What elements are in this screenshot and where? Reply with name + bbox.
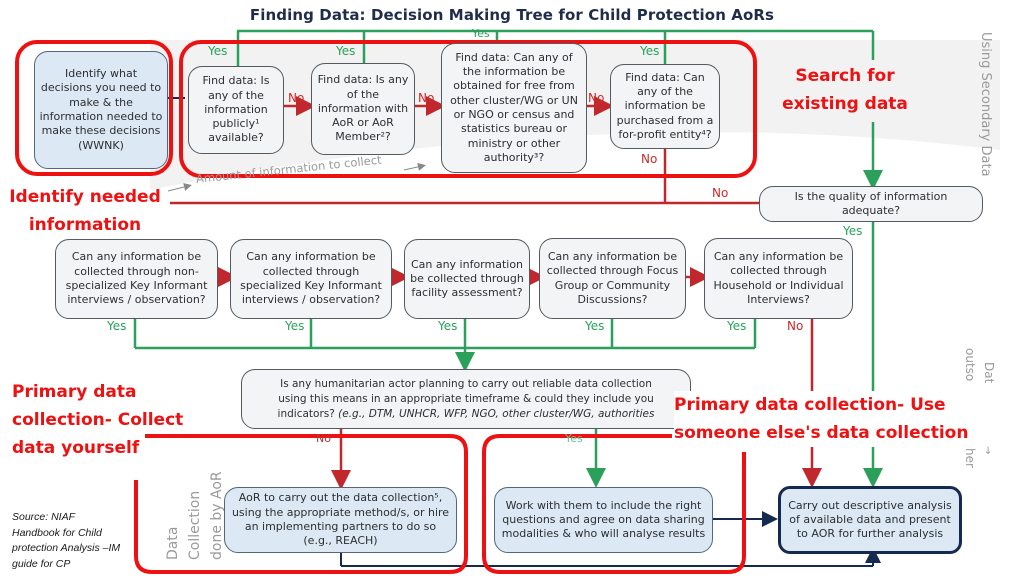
yes-label-aor: Yes xyxy=(336,44,356,58)
yes-label-public: Yes xyxy=(208,44,228,58)
annotation-identify: Identify needed information xyxy=(9,187,161,235)
node-purchase[interactable]: Find data: Can any of the information be… xyxy=(610,64,720,149)
yes-label-household: Yes xyxy=(727,319,747,333)
yes-label-kii-spec: Yes xyxy=(285,319,305,333)
node-wwnk-text: Identify what decisions you need to make… xyxy=(39,67,163,152)
no-label-public: No xyxy=(288,91,305,105)
side-label-outsourced-top: Dat xyxy=(982,362,996,384)
node-fgd-text: Can any information be collected through… xyxy=(546,249,679,306)
node-household[interactable]: Can any information be collected through… xyxy=(704,238,853,319)
side-label-secondary: Using Secondary Data xyxy=(978,32,993,177)
no-label-humanitarian: No xyxy=(316,432,331,445)
node-humanitarian[interactable]: Is any humanitarian actor planning to ca… xyxy=(241,369,691,429)
side-label-outsourced-low: her xyxy=(963,448,977,468)
node-quality-text: Is the quality of information adequate? xyxy=(794,189,948,217)
node-facility[interactable]: Can any information be collected through… xyxy=(404,239,530,319)
node-public[interactable]: Find data: Is any of the information pub… xyxy=(188,66,284,154)
annotation-search: Search for existing data xyxy=(782,66,908,114)
node-facility-text: Can any information be collected through… xyxy=(410,257,524,300)
node-quality[interactable]: Is the quality of information adequate? xyxy=(759,186,983,222)
node-aor-collect-text: AoR to carry out the data collection⁵, u… xyxy=(231,491,450,548)
node-wwnk[interactable]: Identify what decisions you need to make… xyxy=(34,51,168,169)
yes-label-kii-nonspec: Yes xyxy=(107,319,127,333)
node-kii-spec-text: Can any information be collected through… xyxy=(240,250,382,307)
node-free[interactable]: Find data: Can any of the information be… xyxy=(441,43,587,173)
node-kii-nonspec[interactable]: Can any information be collected through… xyxy=(55,239,218,319)
yes-label-humanitarian: Yes xyxy=(565,432,583,445)
annotation-primary-self: Primary data collection- Collect data yo… xyxy=(12,382,184,458)
side-label-outsourced-sub: → xyxy=(982,446,993,455)
annotation-primary-other: Primary data collection- Use someone els… xyxy=(674,391,979,447)
no-label-free: No xyxy=(588,91,605,105)
yes-label-purchase: Yes xyxy=(640,44,660,58)
no-label-aor: No xyxy=(418,91,435,105)
node-public-text: Find data: Is any of the information pub… xyxy=(202,74,270,145)
side-label-outsourced-mid: outso xyxy=(963,348,977,382)
yes-label-fgd: Yes xyxy=(585,319,605,333)
yes-label-facility: Yes xyxy=(438,319,458,333)
node-humanitarian-line3: indicators? xyxy=(277,407,339,420)
yes-label-quality: Yes xyxy=(843,224,863,238)
node-humanitarian-line2: using this means in an appropriate timef… xyxy=(278,392,654,405)
node-kii-nonspec-text: Can any information be collected through… xyxy=(65,250,208,307)
node-analysis[interactable]: Carry out descriptive analysis of availa… xyxy=(778,486,962,554)
node-aor-member[interactable]: Find data: Is any of the information wit… xyxy=(311,63,415,155)
node-work-with-text: Work with them to include the right ques… xyxy=(501,498,706,541)
node-humanitarian-line1: Is any humanitarian actor planning to ca… xyxy=(280,377,652,390)
node-work-with[interactable]: Work with them to include the right ques… xyxy=(494,487,713,553)
no-label-household: No xyxy=(787,319,804,333)
node-aor-member-text: Find data: Is any of the information wit… xyxy=(317,73,409,144)
node-analysis-text: Carry out descriptive analysis of availa… xyxy=(788,498,952,541)
node-purchase-text: Find data: Can any of the information be… xyxy=(616,70,714,141)
node-aor-collect[interactable]: AoR to carry out the data collection⁵, u… xyxy=(224,487,457,553)
node-kii-spec[interactable]: Can any information be collected through… xyxy=(230,239,392,319)
no-label-purchase: No xyxy=(641,152,658,166)
node-humanitarian-examples: (e.g., DTM, UNHCR, WFP, NGO, other clust… xyxy=(338,407,655,420)
node-fgd[interactable]: Can any information be collected through… xyxy=(539,238,686,319)
side-label-aor: Data Collection done by AoR xyxy=(165,471,225,560)
yes-label-free: Yes xyxy=(472,27,490,40)
source-note: Source: NIAF Handbook for Child protecti… xyxy=(12,511,121,570)
node-household-text: Can any information be collected through… xyxy=(713,249,844,306)
node-free-text: Find data: Can any of the information be… xyxy=(450,50,578,164)
no-label-quality: No xyxy=(712,186,729,200)
